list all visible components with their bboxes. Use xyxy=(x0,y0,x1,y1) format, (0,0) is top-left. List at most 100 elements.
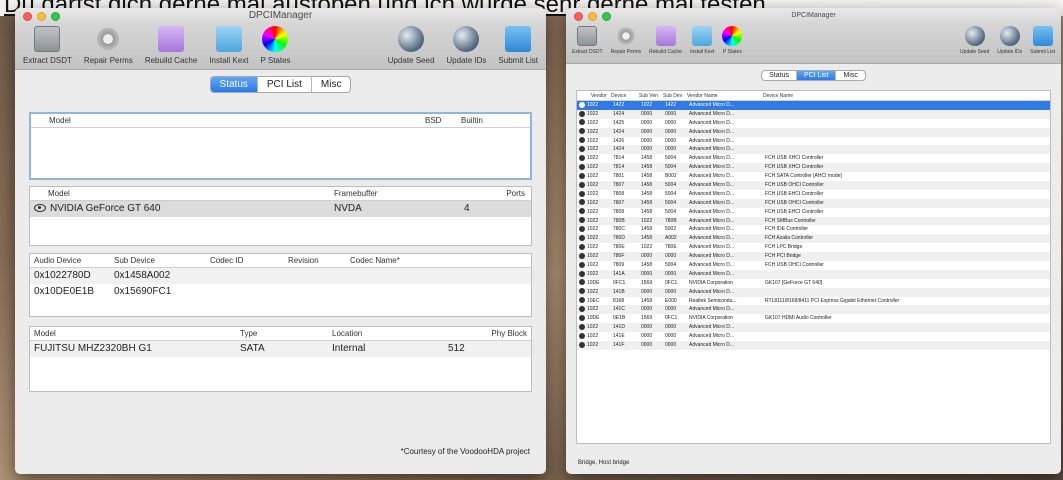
table-row[interactable]: 1022 7814 1458 5004 Advanced Micro D... FCH U… xyxy=(577,154,1050,163)
repair-perms-button[interactable]: Repair Perms xyxy=(610,26,642,55)
column-header-sub-dev[interactable]: Sub Dev xyxy=(663,91,687,100)
table-row[interactable]: 1022 1426 0000 0000 Advanced Micro D... xyxy=(577,137,1050,146)
table-row[interactable]: 1022 780B 1022 780B Advanced Micro D... FCH S… xyxy=(577,216,1050,226)
table-row[interactable]: 0x1022780D 0x1458A002 xyxy=(30,268,531,284)
column-header-revision[interactable]: Revision xyxy=(284,254,346,267)
column-header-sub-ven[interactable]: Sub Ven xyxy=(639,91,663,100)
update-ids-button[interactable]: Update IDs xyxy=(997,26,1022,55)
close-button[interactable] xyxy=(574,12,583,21)
column-header-vendor-name[interactable]: Vendor Name xyxy=(687,91,763,100)
table-row[interactable]: 1022 141B 0000 0000 Advanced Micro D... xyxy=(577,287,1050,297)
table-row[interactable]: 1022 141C 0000 0000 Advanced Micro D... xyxy=(577,305,1050,315)
table-row[interactable]: FUJITSU MHZ2320BH G1 SATA Internal 512 xyxy=(30,341,531,357)
p-states-button[interactable]: P States xyxy=(722,26,743,55)
table-row[interactable]: 1022 141F 0000 0000 Advanced Micro D... xyxy=(577,341,1050,350)
table-row[interactable]: 1022 780D 1458 A002 Advanced Micro D... FCH A… xyxy=(577,234,1050,244)
cell-sub-ven: 1022 xyxy=(641,244,653,251)
column-header-bsd[interactable]: BSD xyxy=(421,114,457,127)
cell-vendor-name: Advanced Micro D... xyxy=(689,173,735,180)
repair-perms-button[interactable]: Repair Perms xyxy=(84,26,133,65)
rebuild-cache-button[interactable]: Rebuild Cache xyxy=(145,26,197,65)
table-row[interactable]: 10DE 0E1B 1569 0FC1 NVIDIA Corporation GK107 … xyxy=(577,314,1050,323)
table-row[interactable]: 1022 7814 1458 5004 Advanced Micro D... FCH U… xyxy=(577,163,1050,173)
close-button[interactable] xyxy=(23,12,32,21)
column-header-codec-id[interactable]: Codec ID xyxy=(206,254,284,267)
column-header-model[interactable]: Model xyxy=(30,187,330,200)
column-header-phy-block[interactable]: Phy Block xyxy=(444,327,531,340)
column-header-audio-device[interactable]: Audio Device xyxy=(30,254,110,267)
column-header-ports[interactable]: Ports xyxy=(460,187,531,200)
table-row[interactable]: 1022 141D 0000 0000 Advanced Micro D... xyxy=(577,323,1050,333)
table-row[interactable]: 1022 141E 0000 0000 Advanced Micro D... xyxy=(577,332,1050,341)
install-kext-button[interactable]: Install Kext xyxy=(690,26,714,55)
audio-device: 0x10DE0E1B xyxy=(34,286,95,297)
cell-vendor-name: Advanced Micro D... xyxy=(689,208,735,215)
tab-pci-list[interactable]: PCI List xyxy=(796,71,837,80)
tab-misc[interactable]: Misc xyxy=(312,77,351,92)
toolbar-button-label: P States xyxy=(260,56,291,65)
column-header-type[interactable]: Type xyxy=(236,327,328,340)
table-row[interactable]: 1022 1424 0000 0000 Advanced Micro D... xyxy=(577,127,1050,137)
device-icon xyxy=(579,208,585,215)
column-header-codec-name[interactable]: Codec Name* xyxy=(346,254,531,267)
pci-device-list[interactable]: Vendor Device Sub Ven Sub Dev Vendor Nam… xyxy=(576,90,1051,444)
minimize-button[interactable] xyxy=(37,12,46,21)
column-header-builtin[interactable]: Builtin xyxy=(457,114,530,127)
gpu-ports: 4 xyxy=(464,203,470,214)
p-states-button[interactable]: P States xyxy=(260,26,291,65)
table-row[interactable]: 1022 780C 1458 5002 Advanced Micro D... FCH I… xyxy=(577,225,1050,234)
table-row[interactable]: 10DE 0FC1 1569 0FC1 NVIDIA Corporation GK107 … xyxy=(577,279,1050,288)
table-row[interactable]: 10EC 8168 1458 E000 Realtek Semicondu... RTL8… xyxy=(577,297,1050,306)
cell-vendor: 1022 xyxy=(587,146,599,153)
table-row[interactable]: 1022 780E 1022 780E Advanced Micro D... FCH L… xyxy=(577,243,1050,252)
tab-status[interactable]: Status xyxy=(762,71,797,80)
table-row[interactable]: 1022 1425 0000 0000 Advanced Micro D... xyxy=(577,119,1050,128)
table-row[interactable]: 1022 7807 1458 5004 Advanced Micro D... FCH U… xyxy=(577,181,1050,190)
tab-pci-list[interactable]: PCI List xyxy=(258,77,312,92)
table-row[interactable]: 0x10DE0E1B 0x15690FC1 xyxy=(30,284,531,300)
tab-bar: Status PCI List Misc xyxy=(566,70,1061,81)
table-row[interactable]: 1022 7808 1458 5004 Advanced Micro D... FCH U… xyxy=(577,208,1050,217)
disk-table[interactable]: Model BSD Builtin xyxy=(29,112,532,180)
table-row[interactable]: 1022 141A 0000 0000 Advanced Micro D... xyxy=(577,269,1050,279)
audio-table[interactable]: Audio Device Sub Device Codec ID Revisio… xyxy=(29,253,532,317)
column-header-location[interactable]: Location xyxy=(328,327,444,340)
table-row[interactable]: 1022 7809 1458 5004 Advanced Micro D... FCH U… xyxy=(577,261,1050,270)
extract-dsdt-button[interactable]: Extract DSDT xyxy=(572,26,603,55)
column-header-framebuffer[interactable]: Framebuffer xyxy=(330,187,460,200)
cell: 1022 xyxy=(577,243,611,252)
table-row[interactable]: 1022 1422 1022 1422 Advanced Micro D... xyxy=(577,101,1050,110)
update-seed-button[interactable]: Update Seed xyxy=(960,26,989,55)
column-header-model[interactable]: Model xyxy=(30,327,236,340)
zoom-button[interactable] xyxy=(602,12,611,21)
submit-list-button[interactable]: Submit List xyxy=(1030,26,1055,55)
table-row[interactable]: 1022 7807 1458 5004 Advanced Micro D... FCH U… xyxy=(577,198,1050,208)
table-row[interactable]: 1022 1424 0000 0000 Advanced Micro D... xyxy=(577,145,1050,155)
install-kext-button[interactable]: Install Kext xyxy=(209,26,248,65)
tab-misc[interactable]: Misc xyxy=(836,71,864,80)
cell-device: 1424 xyxy=(613,110,625,117)
column-header-sub-device[interactable]: Sub Device xyxy=(110,254,206,267)
minimize-button[interactable] xyxy=(588,12,597,21)
table-row[interactable]: NVIDIA GeForce GT 640 NVDA 4 xyxy=(30,201,531,217)
gpu-table[interactable]: Model Framebuffer Ports NVIDIA GeForce G… xyxy=(29,186,532,246)
extract-dsdt-button[interactable]: Extract DSDT xyxy=(23,26,72,65)
column-header-model[interactable]: Model xyxy=(31,114,421,127)
column-header-device[interactable]: Device xyxy=(611,91,639,100)
submit-list-button[interactable]: Submit List xyxy=(498,26,538,65)
table-row[interactable]: 1022 7808 1458 5004 Advanced Micro D... FCH U… xyxy=(577,190,1050,199)
toolbar-button-label: Repair Perms xyxy=(610,49,642,55)
table-row[interactable]: 1022 1424 0000 0000 Advanced Micro D... xyxy=(577,109,1050,119)
cell-sub-dev: 0000 xyxy=(665,288,677,295)
cell-vendor: 1022 xyxy=(587,137,599,144)
column-header-device-name[interactable]: Device Name xyxy=(763,91,1050,100)
column-header-vendor[interactable]: Vendor xyxy=(577,91,611,100)
storage-table[interactable]: Model Type Location Phy Block FUJITSU MH… xyxy=(29,326,532,392)
table-row[interactable]: 1022 7801 1458 B002 Advanced Micro D... FCH S… xyxy=(577,172,1050,181)
rebuild-cache-button[interactable]: Rebuild Cache xyxy=(649,26,682,55)
update-ids-button[interactable]: Update IDs xyxy=(446,26,486,65)
update-seed-button[interactable]: Update Seed xyxy=(388,26,434,65)
table-row[interactable]: 1022 780F 0000 0000 Advanced Micro D... FCH P… xyxy=(577,252,1050,262)
tab-status[interactable]: Status xyxy=(210,77,258,92)
zoom-button[interactable] xyxy=(51,12,60,21)
